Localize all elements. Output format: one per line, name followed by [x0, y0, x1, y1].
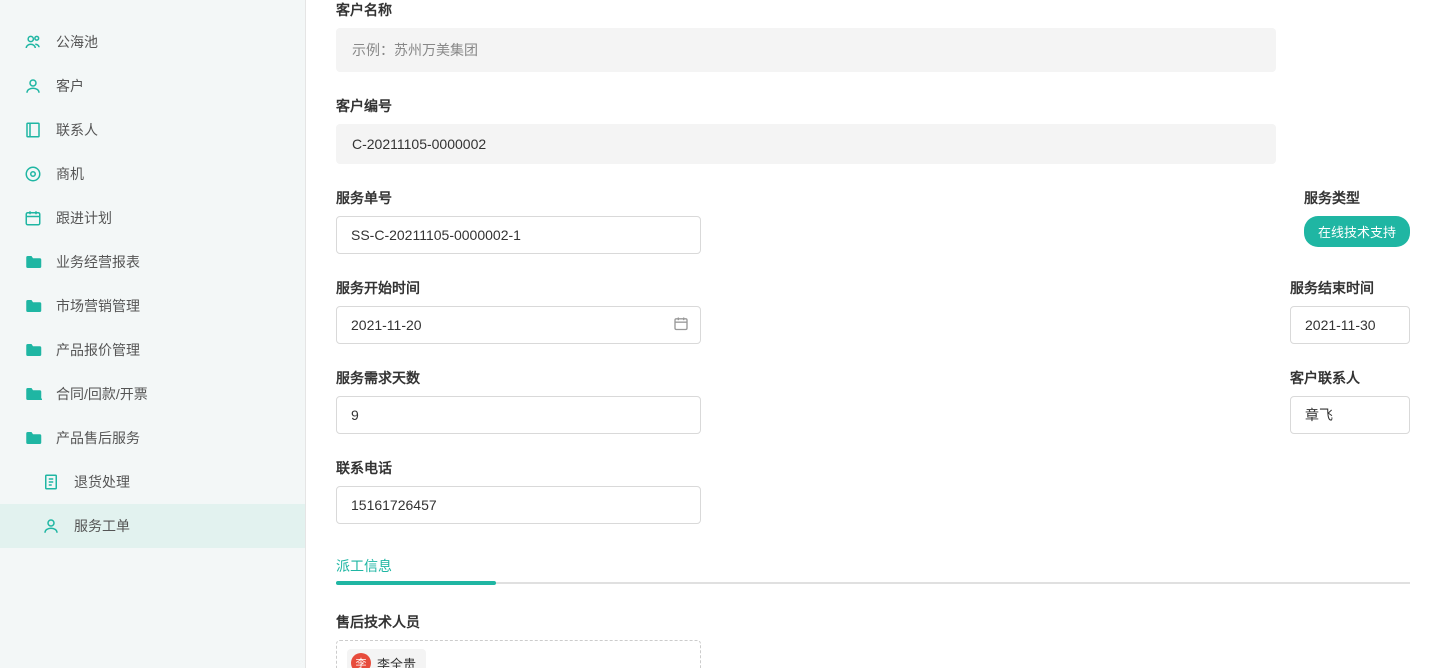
service-type-tag[interactable]: 在线技术支持 [1304, 216, 1410, 247]
folder-icon [24, 253, 42, 271]
sidebar-item-followup[interactable]: 跟进计划 [0, 196, 305, 240]
service-start-label: 服务开始时间 [336, 278, 1290, 298]
sidebar-item-contract[interactable]: 合同/回款/开票 [0, 372, 305, 416]
customer-contact-label: 客户联系人 [1290, 368, 1410, 388]
contacts-icon [24, 121, 42, 139]
field-service-start: 服务开始时间 [336, 278, 1290, 344]
customer-no-value: C-20211105-0000002 [336, 124, 1276, 164]
field-technician: 售后技术人员 李 李全贵 [336, 612, 1410, 668]
technician-label: 售后技术人员 [336, 612, 1410, 632]
service-days-label: 服务需求天数 [336, 368, 1290, 388]
field-service-no: 服务单号 [336, 188, 1304, 254]
sidebar-item-customer[interactable]: 客户 [0, 64, 305, 108]
technician-chip[interactable]: 李 李全贵 [347, 649, 426, 668]
service-start-input[interactable] [336, 306, 701, 344]
service-days-input[interactable] [336, 396, 701, 434]
app-root: 公海池 客户 联系人 商机 跟进计划 [0, 0, 1440, 668]
sidebar-item-label: 市场营销管理 [56, 296, 140, 316]
service-end-label: 服务结束时间 [1290, 278, 1410, 298]
doc-icon [42, 473, 60, 491]
folder-icon [24, 429, 42, 447]
avatar: 李 [351, 653, 371, 668]
sidebar-subitem-service-order[interactable]: 服务工单 [0, 504, 305, 548]
field-service-type: 服务类型 在线技术支持 [1304, 188, 1410, 254]
person-icon [24, 77, 42, 95]
customer-no-label: 客户编号 [336, 96, 1410, 116]
service-end-input[interactable] [1290, 306, 1410, 344]
sidebar-item-opportunity[interactable]: 商机 [0, 152, 305, 196]
sidebar-item-quotation[interactable]: 产品报价管理 [0, 328, 305, 372]
sidebar: 公海池 客户 联系人 商机 跟进计划 [0, 0, 306, 668]
dispatch-section-header: 派工信息 [336, 556, 1410, 584]
field-service-days: 服务需求天数 [336, 368, 1290, 434]
sidebar-item-label: 商机 [56, 164, 84, 184]
sidebar-item-label: 跟进计划 [56, 208, 112, 228]
technician-name: 李全贵 [377, 654, 416, 668]
phone-input[interactable] [336, 486, 701, 524]
field-customer-no: 客户编号 C-20211105-0000002 [336, 96, 1410, 164]
field-phone: 联系电话 [336, 458, 1304, 524]
calendar-icon [24, 209, 42, 227]
sidebar-subitem-return[interactable]: 退货处理 [0, 460, 305, 504]
main-content: 客户名称 示例：苏州万美集团 客户编号 C-20211105-0000002 服… [306, 0, 1440, 668]
sidebar-item-label: 产品报价管理 [56, 340, 140, 360]
sidebar-item-marketing[interactable]: 市场营销管理 [0, 284, 305, 328]
sidebar-item-label: 产品售后服务 [56, 428, 140, 448]
sidebar-subitem-label: 服务工单 [74, 516, 130, 536]
sidebar-item-label: 合同/回款/开票 [56, 384, 148, 404]
sidebar-item-aftersale[interactable]: 产品售后服务 [0, 416, 305, 460]
customer-name-value: 示例：苏州万美集团 [336, 28, 1276, 72]
service-no-input[interactable] [336, 216, 701, 254]
customer-contact-input[interactable] [1290, 396, 1410, 434]
field-customer-name: 客户名称 示例：苏州万美集团 [336, 0, 1410, 72]
sidebar-item-contacts[interactable]: 联系人 [0, 108, 305, 152]
sidebar-subitem-label: 退货处理 [74, 472, 130, 492]
sidebar-item-public-pool[interactable]: 公海池 [0, 20, 305, 64]
field-service-end: 服务结束时间 [1290, 278, 1410, 344]
opportunity-icon [24, 165, 42, 183]
sidebar-item-label: 公海池 [56, 32, 98, 52]
sidebar-item-label: 联系人 [56, 120, 98, 140]
sidebar-item-business-reports[interactable]: 业务经营报表 [0, 240, 305, 284]
people-icon [24, 33, 42, 51]
technician-selector[interactable]: 李 李全贵 [336, 640, 701, 668]
field-customer-contact: 客户联系人 [1290, 368, 1410, 434]
sidebar-item-label: 业务经营报表 [56, 252, 140, 272]
sidebar-item-label: 客户 [56, 76, 84, 96]
folder-icon [24, 341, 42, 359]
service-no-label: 服务单号 [336, 188, 1304, 208]
phone-label: 联系电话 [336, 458, 1304, 478]
customer-name-label: 客户名称 [336, 0, 1410, 20]
folder-icon [24, 385, 42, 403]
service-type-label: 服务类型 [1304, 188, 1410, 208]
person-alt-icon [42, 517, 60, 535]
folder-icon [24, 297, 42, 315]
